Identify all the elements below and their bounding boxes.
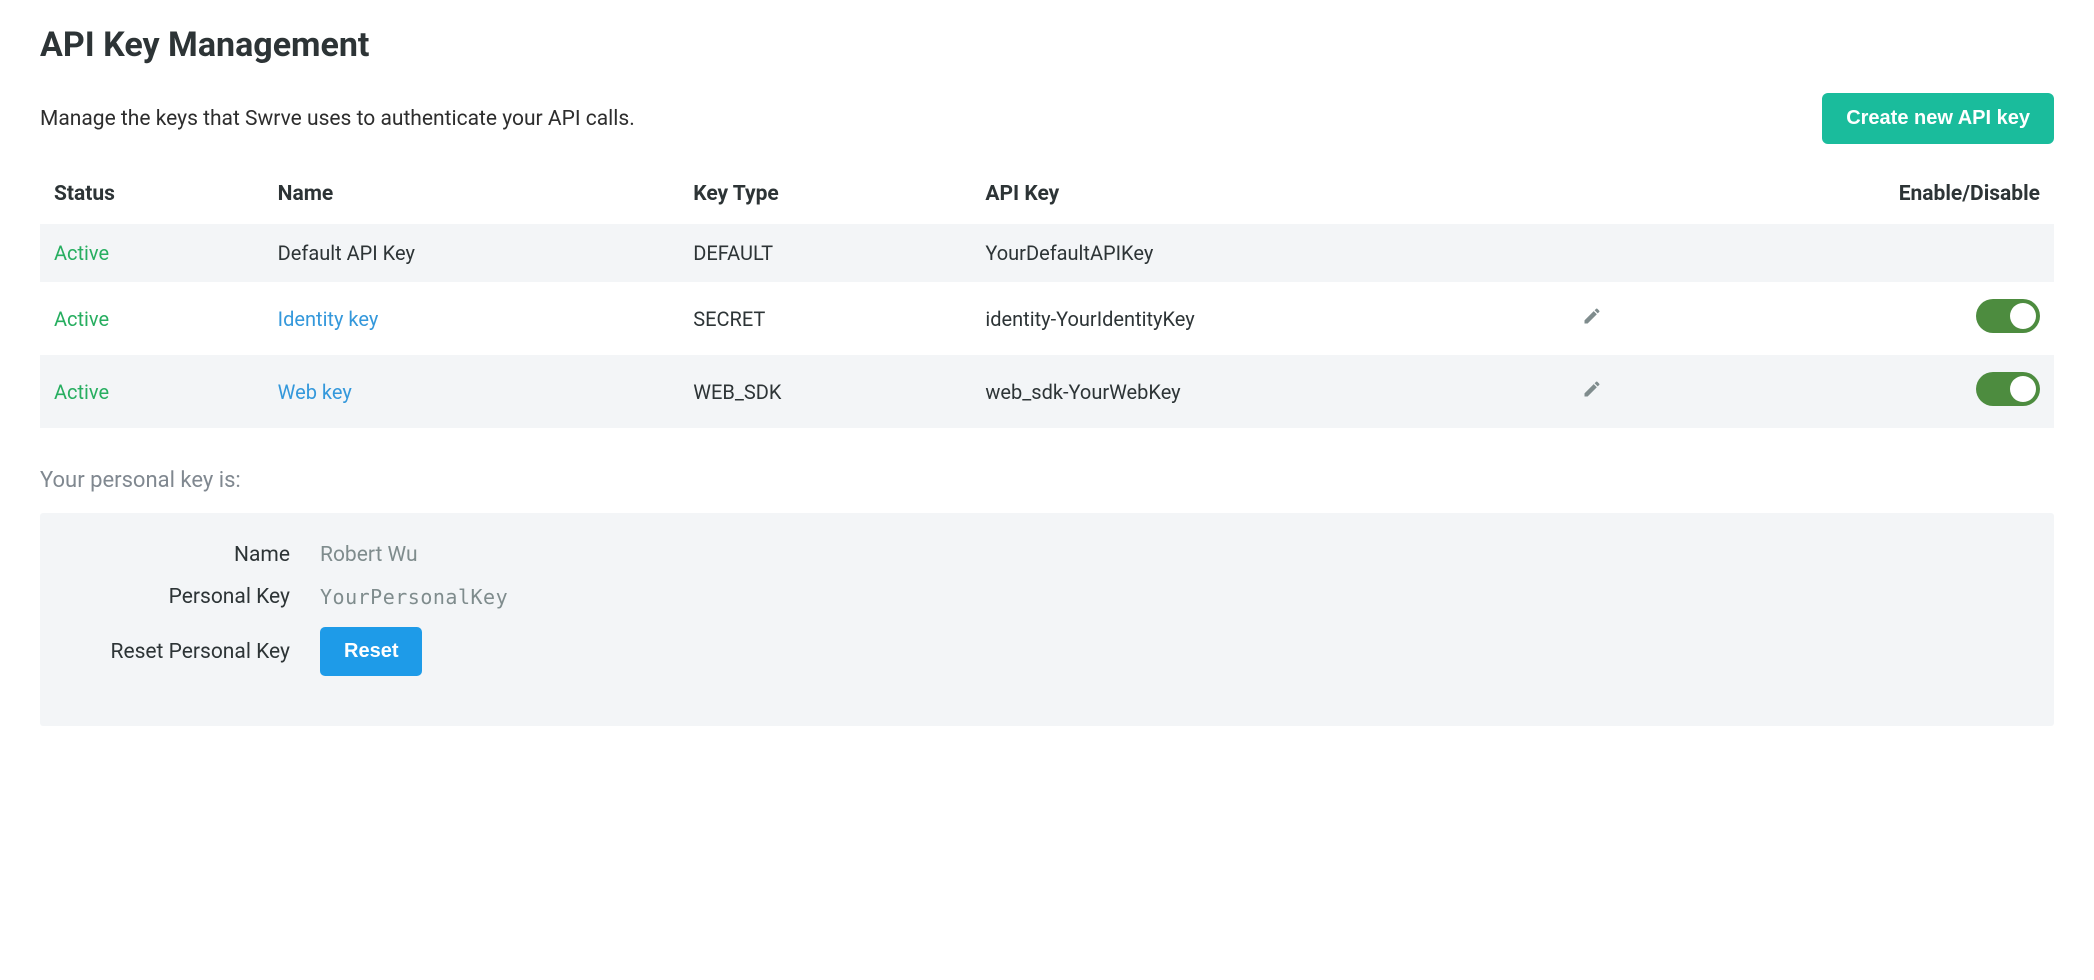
status-cell: Active (40, 282, 264, 355)
name-cell: Web key (264, 355, 680, 428)
enable-toggle[interactable] (1976, 372, 2040, 406)
header-row: Manage the keys that Swrve uses to authe… (40, 93, 2054, 144)
col-key-type: Key Type (679, 164, 971, 224)
toggle-knob (2010, 303, 2036, 329)
edit-cell (1568, 282, 1628, 355)
toggle-knob (2010, 376, 2036, 402)
personal-name-value: Robert Wu (320, 543, 418, 567)
col-status: Status (40, 164, 264, 224)
toggle-cell (1628, 282, 2054, 355)
key-type-cell: SECRET (679, 282, 971, 355)
name-cell: Identity key (264, 282, 680, 355)
toggle-cell (1628, 355, 2054, 428)
col-name: Name (264, 164, 680, 224)
reset-personal-key-label: Reset Personal Key (60, 640, 320, 664)
personal-key-value: YourPersonalKey (320, 585, 508, 609)
table-row: Active Identity key SECRETidentity-YourIde… (40, 282, 2054, 355)
personal-key-panel: Name Robert Wu Personal Key YourPersonal… (40, 513, 2054, 726)
api-key-cell: YourDefaultAPIKey (971, 224, 1568, 282)
page-subtitle: Manage the keys that Swrve uses to authe… (40, 107, 635, 131)
personal-name-label: Name (60, 543, 320, 567)
create-api-key-button[interactable]: Create new API key (1822, 93, 2054, 144)
table-row: Active Web key WEB_SDKweb_sdk-YourWebKey (40, 355, 2054, 428)
name-cell: Default API Key (264, 224, 680, 282)
col-edit (1568, 164, 1628, 224)
key-name-link[interactable]: Identity key (278, 307, 379, 331)
personal-key-label: Personal Key (60, 585, 320, 609)
col-enable-disable: Enable/Disable (1628, 164, 2054, 224)
key-type-cell: WEB_SDK (679, 355, 971, 428)
status-cell: Active (40, 224, 264, 282)
table-row: ActiveDefault API KeyDEFAULTYourDefaultA… (40, 224, 2054, 282)
status-cell: Active (40, 355, 264, 428)
api-keys-table: Status Name Key Type API Key Enable/Disa… (40, 164, 2054, 428)
edit-cell (1568, 224, 1628, 282)
toggle-cell (1628, 224, 2054, 282)
api-key-cell: web_sdk-YourWebKey (971, 355, 1568, 428)
edit-icon[interactable] (1582, 380, 1602, 404)
col-api-key: API Key (971, 164, 1568, 224)
edit-icon[interactable] (1582, 307, 1602, 331)
enable-toggle[interactable] (1976, 299, 2040, 333)
key-type-cell: DEFAULT (679, 224, 971, 282)
key-name-link[interactable]: Web key (278, 380, 352, 404)
api-key-cell: identity-YourIdentityKey (971, 282, 1568, 355)
reset-button[interactable]: Reset (320, 627, 422, 676)
page-title: API Key Management (40, 25, 2054, 65)
edit-cell (1568, 355, 1628, 428)
personal-key-heading: Your personal key is: (40, 468, 2054, 493)
